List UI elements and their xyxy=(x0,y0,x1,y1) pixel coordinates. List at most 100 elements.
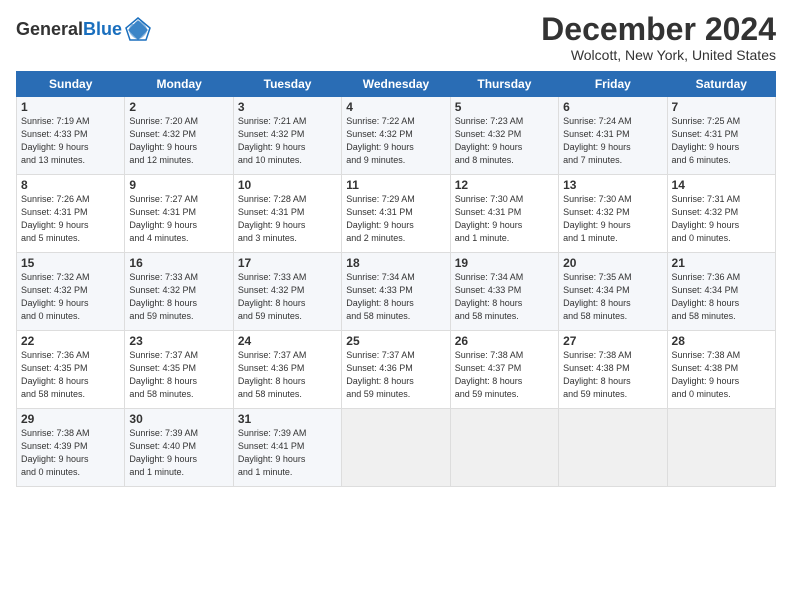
calendar-day-cell xyxy=(450,409,558,487)
day-number: 23 xyxy=(129,334,228,348)
calendar-day-cell: 24Sunrise: 7:37 AM Sunset: 4:36 PM Dayli… xyxy=(233,331,341,409)
calendar-week-row: 15Sunrise: 7:32 AM Sunset: 4:32 PM Dayli… xyxy=(17,253,776,331)
day-number: 7 xyxy=(672,100,771,114)
calendar-day-cell: 13Sunrise: 7:30 AM Sunset: 4:32 PM Dayli… xyxy=(559,175,667,253)
day-info: Sunrise: 7:23 AM Sunset: 4:32 PM Dayligh… xyxy=(455,115,554,167)
page-container: GeneralBlue December 2024 Wolcott, New Y… xyxy=(0,0,792,612)
calendar-day-cell xyxy=(559,409,667,487)
calendar-day-cell: 19Sunrise: 7:34 AM Sunset: 4:33 PM Dayli… xyxy=(450,253,558,331)
day-number: 14 xyxy=(672,178,771,192)
calendar-body: 1Sunrise: 7:19 AM Sunset: 4:33 PM Daylig… xyxy=(17,97,776,487)
calendar-day-cell: 28Sunrise: 7:38 AM Sunset: 4:38 PM Dayli… xyxy=(667,331,775,409)
day-info: Sunrise: 7:25 AM Sunset: 4:31 PM Dayligh… xyxy=(672,115,771,167)
day-number: 17 xyxy=(238,256,337,270)
calendar-day-cell: 31Sunrise: 7:39 AM Sunset: 4:41 PM Dayli… xyxy=(233,409,341,487)
day-info: Sunrise: 7:24 AM Sunset: 4:31 PM Dayligh… xyxy=(563,115,662,167)
calendar-day-cell: 12Sunrise: 7:30 AM Sunset: 4:31 PM Dayli… xyxy=(450,175,558,253)
calendar-day-cell: 6Sunrise: 7:24 AM Sunset: 4:31 PM Daylig… xyxy=(559,97,667,175)
day-number: 16 xyxy=(129,256,228,270)
day-info: Sunrise: 7:33 AM Sunset: 4:32 PM Dayligh… xyxy=(238,271,337,323)
location: Wolcott, New York, United States xyxy=(541,47,776,63)
day-number: 12 xyxy=(455,178,554,192)
day-number: 8 xyxy=(21,178,120,192)
day-info: Sunrise: 7:39 AM Sunset: 4:40 PM Dayligh… xyxy=(129,427,228,479)
title-block: December 2024 Wolcott, New York, United … xyxy=(541,12,776,63)
calendar-day-cell: 26Sunrise: 7:38 AM Sunset: 4:37 PM Dayli… xyxy=(450,331,558,409)
day-number: 11 xyxy=(346,178,445,192)
calendar-day-cell: 9Sunrise: 7:27 AM Sunset: 4:31 PM Daylig… xyxy=(125,175,233,253)
weekday-row: SundayMondayTuesdayWednesdayThursdayFrid… xyxy=(17,72,776,97)
calendar-day-cell: 23Sunrise: 7:37 AM Sunset: 4:35 PM Dayli… xyxy=(125,331,233,409)
calendar-day-cell: 27Sunrise: 7:38 AM Sunset: 4:38 PM Dayli… xyxy=(559,331,667,409)
calendar-table: SundayMondayTuesdayWednesdayThursdayFrid… xyxy=(16,71,776,487)
calendar-day-cell: 16Sunrise: 7:33 AM Sunset: 4:32 PM Dayli… xyxy=(125,253,233,331)
day-info: Sunrise: 7:21 AM Sunset: 4:32 PM Dayligh… xyxy=(238,115,337,167)
day-info: Sunrise: 7:38 AM Sunset: 4:38 PM Dayligh… xyxy=(672,349,771,401)
day-number: 6 xyxy=(563,100,662,114)
calendar-day-cell: 5Sunrise: 7:23 AM Sunset: 4:32 PM Daylig… xyxy=(450,97,558,175)
day-number: 22 xyxy=(21,334,120,348)
day-info: Sunrise: 7:34 AM Sunset: 4:33 PM Dayligh… xyxy=(455,271,554,323)
day-info: Sunrise: 7:28 AM Sunset: 4:31 PM Dayligh… xyxy=(238,193,337,245)
day-number: 4 xyxy=(346,100,445,114)
page-header: GeneralBlue December 2024 Wolcott, New Y… xyxy=(16,12,776,63)
day-info: Sunrise: 7:37 AM Sunset: 4:36 PM Dayligh… xyxy=(238,349,337,401)
day-number: 2 xyxy=(129,100,228,114)
calendar-day-cell: 17Sunrise: 7:33 AM Sunset: 4:32 PM Dayli… xyxy=(233,253,341,331)
calendar-day-cell xyxy=(342,409,450,487)
day-info: Sunrise: 7:36 AM Sunset: 4:35 PM Dayligh… xyxy=(21,349,120,401)
day-number: 19 xyxy=(455,256,554,270)
calendar-day-cell: 15Sunrise: 7:32 AM Sunset: 4:32 PM Dayli… xyxy=(17,253,125,331)
day-number: 26 xyxy=(455,334,554,348)
day-number: 24 xyxy=(238,334,337,348)
weekday-header: Tuesday xyxy=(233,72,341,97)
calendar-day-cell: 29Sunrise: 7:38 AM Sunset: 4:39 PM Dayli… xyxy=(17,409,125,487)
month-title: December 2024 xyxy=(541,12,776,47)
calendar-day-cell: 4Sunrise: 7:22 AM Sunset: 4:32 PM Daylig… xyxy=(342,97,450,175)
weekday-header: Thursday xyxy=(450,72,558,97)
calendar-day-cell: 3Sunrise: 7:21 AM Sunset: 4:32 PM Daylig… xyxy=(233,97,341,175)
day-info: Sunrise: 7:37 AM Sunset: 4:36 PM Dayligh… xyxy=(346,349,445,401)
day-info: Sunrise: 7:34 AM Sunset: 4:33 PM Dayligh… xyxy=(346,271,445,323)
logo-general-text: General xyxy=(16,19,83,39)
calendar-week-row: 8Sunrise: 7:26 AM Sunset: 4:31 PM Daylig… xyxy=(17,175,776,253)
day-info: Sunrise: 7:29 AM Sunset: 4:31 PM Dayligh… xyxy=(346,193,445,245)
calendar-day-cell: 14Sunrise: 7:31 AM Sunset: 4:32 PM Dayli… xyxy=(667,175,775,253)
day-number: 31 xyxy=(238,412,337,426)
day-info: Sunrise: 7:20 AM Sunset: 4:32 PM Dayligh… xyxy=(129,115,228,167)
day-info: Sunrise: 7:22 AM Sunset: 4:32 PM Dayligh… xyxy=(346,115,445,167)
day-info: Sunrise: 7:38 AM Sunset: 4:37 PM Dayligh… xyxy=(455,349,554,401)
day-info: Sunrise: 7:35 AM Sunset: 4:34 PM Dayligh… xyxy=(563,271,662,323)
day-number: 29 xyxy=(21,412,120,426)
calendar-day-cell: 11Sunrise: 7:29 AM Sunset: 4:31 PM Dayli… xyxy=(342,175,450,253)
weekday-header: Friday xyxy=(559,72,667,97)
calendar-day-cell xyxy=(667,409,775,487)
calendar-header: SundayMondayTuesdayWednesdayThursdayFrid… xyxy=(17,72,776,97)
day-number: 10 xyxy=(238,178,337,192)
calendar-week-row: 1Sunrise: 7:19 AM Sunset: 4:33 PM Daylig… xyxy=(17,97,776,175)
day-info: Sunrise: 7:30 AM Sunset: 4:31 PM Dayligh… xyxy=(455,193,554,245)
day-info: Sunrise: 7:36 AM Sunset: 4:34 PM Dayligh… xyxy=(672,271,771,323)
calendar-day-cell: 10Sunrise: 7:28 AM Sunset: 4:31 PM Dayli… xyxy=(233,175,341,253)
calendar-week-row: 22Sunrise: 7:36 AM Sunset: 4:35 PM Dayli… xyxy=(17,331,776,409)
weekday-header: Monday xyxy=(125,72,233,97)
calendar-day-cell: 1Sunrise: 7:19 AM Sunset: 4:33 PM Daylig… xyxy=(17,97,125,175)
day-number: 18 xyxy=(346,256,445,270)
day-info: Sunrise: 7:26 AM Sunset: 4:31 PM Dayligh… xyxy=(21,193,120,245)
calendar-day-cell: 7Sunrise: 7:25 AM Sunset: 4:31 PM Daylig… xyxy=(667,97,775,175)
day-info: Sunrise: 7:38 AM Sunset: 4:38 PM Dayligh… xyxy=(563,349,662,401)
day-number: 27 xyxy=(563,334,662,348)
day-number: 13 xyxy=(563,178,662,192)
day-number: 25 xyxy=(346,334,445,348)
calendar-day-cell: 8Sunrise: 7:26 AM Sunset: 4:31 PM Daylig… xyxy=(17,175,125,253)
day-info: Sunrise: 7:32 AM Sunset: 4:32 PM Dayligh… xyxy=(21,271,120,323)
day-info: Sunrise: 7:37 AM Sunset: 4:35 PM Dayligh… xyxy=(129,349,228,401)
day-number: 5 xyxy=(455,100,554,114)
calendar-day-cell: 2Sunrise: 7:20 AM Sunset: 4:32 PM Daylig… xyxy=(125,97,233,175)
day-info: Sunrise: 7:27 AM Sunset: 4:31 PM Dayligh… xyxy=(129,193,228,245)
logo: GeneralBlue xyxy=(16,16,152,44)
day-number: 21 xyxy=(672,256,771,270)
day-number: 3 xyxy=(238,100,337,114)
logo-blue-text: Blue xyxy=(83,19,122,39)
calendar-week-row: 29Sunrise: 7:38 AM Sunset: 4:39 PM Dayli… xyxy=(17,409,776,487)
